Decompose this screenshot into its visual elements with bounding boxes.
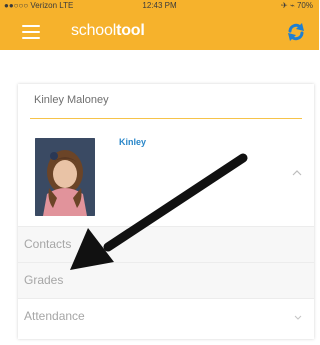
- section-contacts[interactable]: Contacts: [18, 226, 314, 262]
- section-attendance[interactable]: Attendance: [18, 298, 314, 334]
- section-grades[interactable]: Grades: [18, 262, 314, 298]
- status-bar: ●●○○○ Verizon LTE 12:43 PM ✈ ⌁ 70%: [0, 0, 319, 12]
- logo-text-tool: tool: [116, 22, 145, 39]
- student-first-name-link[interactable]: Kinley: [119, 137, 146, 147]
- refresh-icon[interactable]: [285, 21, 307, 43]
- student-card: Kinley Maloney Kinley Contacts Grades At…: [18, 84, 314, 339]
- hamburger-menu-icon[interactable]: [22, 25, 40, 39]
- student-photo[interactable]: [35, 138, 95, 216]
- section-label-contacts: Contacts: [24, 237, 72, 251]
- student-portrait-image: [35, 138, 95, 216]
- section-label-attendance: Attendance: [24, 309, 85, 323]
- chevron-up-icon[interactable]: [292, 170, 302, 176]
- student-full-name: Kinley Maloney: [34, 94, 109, 106]
- battery-status: ✈ ⌁ 70%: [281, 1, 313, 10]
- app-logo: schooltool: [71, 21, 145, 41]
- status-time: 12:43 PM: [142, 1, 177, 10]
- chevron-down-icon[interactable]: [294, 315, 302, 320]
- header-divider: [30, 118, 302, 119]
- section-label-grades: Grades: [24, 273, 64, 287]
- app-header: schooltool: [0, 12, 319, 50]
- logo-text-school: school: [71, 22, 117, 39]
